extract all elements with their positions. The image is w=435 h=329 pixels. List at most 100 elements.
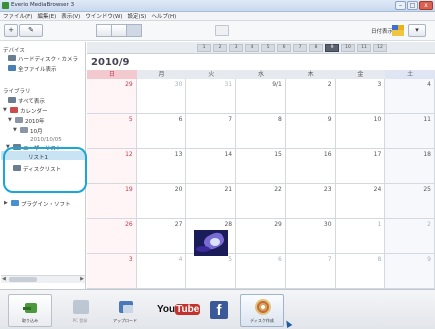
day-cell[interactable]: 16 xyxy=(285,149,336,184)
day-cell[interactable]: 4 xyxy=(385,79,435,114)
day-cell[interactable]: 25 xyxy=(385,184,435,219)
day-number: 5 xyxy=(128,116,133,123)
day-cell[interactable]: 26 xyxy=(87,219,137,254)
day-cell[interactable]: 24 xyxy=(335,184,386,219)
day-cell[interactable]: 9/1 xyxy=(236,79,286,114)
day-cell[interactable]: 2 xyxy=(385,219,435,254)
menu-edit[interactable]: 編集(E) xyxy=(37,12,56,20)
register-button[interactable]: PC 登録 xyxy=(58,294,102,327)
expand-plugin-icon[interactable]: ▶ xyxy=(4,200,8,206)
day-cell[interactable]: 13 xyxy=(136,149,187,184)
folder-color-icon[interactable] xyxy=(392,25,404,36)
month-tab-1[interactable]: 1 xyxy=(197,44,211,52)
menu-window[interactable]: ウインドウ(W) xyxy=(85,12,122,20)
expand-year-icon[interactable]: ▼ xyxy=(8,117,12,123)
month-tab-10[interactable]: 10 xyxy=(341,44,355,52)
day-cell[interactable]: 17 xyxy=(335,149,386,184)
day-cell[interactable]: 22 xyxy=(236,184,286,219)
month-tab-12[interactable]: 12 xyxy=(373,44,387,52)
import-button[interactable]: 取り込み xyxy=(8,294,52,327)
day-cell[interactable]: 30 xyxy=(136,79,187,114)
day-cell[interactable]: 21 xyxy=(186,184,237,219)
menu-help[interactable]: ヘルプ(H) xyxy=(151,12,176,20)
scroll-right-icon[interactable]: ▶ xyxy=(80,276,84,282)
library-all-icon xyxy=(8,97,16,103)
day-cell[interactable]: 7 xyxy=(285,254,336,289)
app-icon xyxy=(2,2,9,9)
preview-icon[interactable] xyxy=(215,25,229,36)
menu-view[interactable]: 表示(V) xyxy=(61,12,80,20)
day-cell[interactable]: 20 xyxy=(136,184,187,219)
day-number: 13 xyxy=(174,151,183,158)
day-cell[interactable]: 3 xyxy=(87,254,137,289)
sidebar-item-all[interactable]: すべて表示 xyxy=(18,97,45,105)
day-number: 8 xyxy=(278,116,282,123)
day-cell[interactable]: 6 xyxy=(136,114,187,149)
day-cell[interactable]: 14 xyxy=(186,149,237,184)
day-cell[interactable]: 15 xyxy=(236,149,286,184)
month-tab-11[interactable]: 11 xyxy=(357,44,371,52)
edit-settings-button[interactable]: ✎ xyxy=(19,24,43,37)
sidebar-item-plugin[interactable]: プラグイン・ソフト xyxy=(21,200,71,208)
day-cell[interactable]: 31 xyxy=(186,79,237,114)
month-tab-2[interactable]: 2 xyxy=(213,44,227,52)
day-cell[interactable]: 1 xyxy=(335,219,386,254)
sidebar-item-all-files[interactable]: 全ファイル表示 xyxy=(18,65,57,73)
day-cell[interactable]: 4 xyxy=(136,254,187,289)
day-cell[interactable]: 8 xyxy=(335,254,386,289)
expand-calendar-icon[interactable]: ▼ xyxy=(3,107,7,113)
day-cell[interactable]: 11 xyxy=(385,114,435,149)
sidebar-item-month[interactable]: 10月 xyxy=(30,127,43,135)
photo-thumbnail[interactable] xyxy=(194,230,228,256)
day-cell[interactable]: 18 xyxy=(385,149,435,184)
create-disc-button[interactable]: ディスク作成 xyxy=(240,294,284,327)
day-cell[interactable]: 29 xyxy=(87,79,137,114)
sidebar-item-year[interactable]: 2010年 xyxy=(25,117,45,125)
month-tab-8[interactable]: 8 xyxy=(309,44,323,52)
maximize-button[interactable]: □ xyxy=(407,1,418,10)
sidebar-item-camera[interactable]: ハードディスク・カメラ xyxy=(18,55,78,63)
month-tab-5[interactable]: 5 xyxy=(261,44,275,52)
sidebar-item-calendar[interactable]: カレンダー xyxy=(20,107,48,115)
sidebar-item-date[interactable]: 2010/10/05 xyxy=(30,137,62,143)
facebook-button[interactable]: f xyxy=(196,294,240,327)
day-number: 10 xyxy=(373,116,382,123)
day-cell[interactable]: 5 xyxy=(87,114,137,149)
menu-settings[interactable]: 設定(S) xyxy=(128,12,147,20)
day-cell[interactable]: 2 xyxy=(285,79,336,114)
scroll-thumb[interactable] xyxy=(9,277,37,282)
thumbnail-view-button[interactable] xyxy=(96,24,112,37)
menu-file[interactable]: ファイル(F) xyxy=(3,12,32,20)
day-cell[interactable]: 30 xyxy=(285,219,336,254)
calendar-view-button[interactable] xyxy=(126,24,142,37)
day-cell[interactable]: 29 xyxy=(236,219,286,254)
day-cell[interactable]: 9 xyxy=(385,254,435,289)
dropdown-button[interactable]: ▾ xyxy=(408,24,426,37)
day-cell[interactable]: 19 xyxy=(87,184,137,219)
month-tab-9[interactable]: 9 xyxy=(325,44,339,52)
expand-month-icon[interactable]: ▼ xyxy=(13,127,17,133)
upload-button[interactable]: アップロード xyxy=(103,294,147,327)
month-tab-6[interactable]: 6 xyxy=(277,44,291,52)
day-cell[interactable]: 27 xyxy=(136,219,187,254)
scroll-left-icon[interactable]: ◀ xyxy=(2,276,6,282)
day-cell[interactable]: 3 xyxy=(335,79,386,114)
day-cell[interactable]: 6 xyxy=(236,254,286,289)
day-cell[interactable]: 7 xyxy=(186,114,237,149)
day-cell[interactable]: 8 xyxy=(236,114,286,149)
day-cell[interactable]: 9 xyxy=(285,114,336,149)
list-view-button[interactable] xyxy=(111,24,127,37)
youtube-button[interactable]: YouTube xyxy=(150,294,201,327)
close-button[interactable]: x xyxy=(419,1,433,10)
day-cell[interactable]: 5 xyxy=(186,254,237,289)
add-button[interactable]: + xyxy=(4,24,18,37)
day-cell[interactable]: 12 xyxy=(87,149,137,184)
day-cell[interactable]: 10 xyxy=(335,114,386,149)
month-tab-3[interactable]: 3 xyxy=(229,44,243,52)
day-number: 9/1 xyxy=(272,81,282,88)
month-tab-4[interactable]: 4 xyxy=(245,44,259,52)
minimize-button[interactable]: – xyxy=(395,1,406,10)
day-cell[interactable]: 23 xyxy=(285,184,336,219)
month-tab-7[interactable]: 7 xyxy=(293,44,307,52)
sidebar-horizontal-scrollbar[interactable]: ◀ ▶ xyxy=(1,275,85,283)
